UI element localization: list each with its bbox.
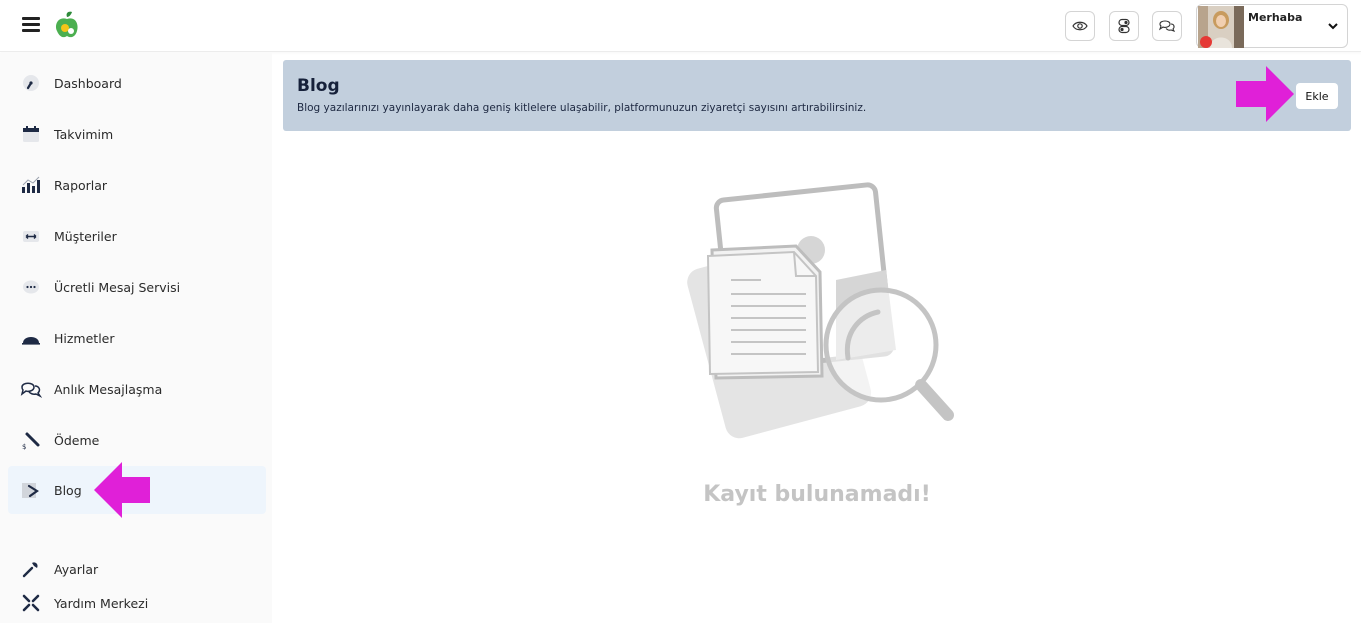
- hamburger-icon[interactable]: [22, 17, 40, 32]
- apple-logo-icon[interactable]: [54, 11, 80, 39]
- preview-button[interactable]: [1065, 11, 1095, 41]
- chat-icon: [1158, 20, 1176, 32]
- bar-chart-icon: [20, 174, 42, 196]
- svg-text:$: $: [22, 443, 26, 450]
- sidebar-item-dashboard[interactable]: Dashboard: [8, 59, 266, 107]
- message-dots-icon: [20, 276, 42, 298]
- sidebar-item-raporlar[interactable]: Raporlar: [8, 161, 266, 209]
- toggle-button[interactable]: [1109, 11, 1139, 41]
- pencil-icon: [20, 479, 42, 501]
- sidebar-item-label: Hizmetler: [54, 330, 115, 346]
- empty-state-illustration: [676, 180, 966, 450]
- sidebar-item-anlik-mesajlasma[interactable]: Anlık Mesajlaşma: [8, 365, 266, 413]
- sidebar-item-hizmetler[interactable]: Hizmetler: [8, 314, 266, 362]
- empty-state-message: Kayıt bulunamadı!: [703, 482, 931, 507]
- sidebar-item-label: Blog: [54, 482, 82, 498]
- arrow-right-icon: [1236, 66, 1294, 122]
- user-greeting: Merhaba: [1248, 11, 1303, 24]
- user-avatar: [1198, 6, 1244, 48]
- sidebar-item-yardim-merkezi[interactable]: Yardım Merkezi: [8, 588, 266, 618]
- page-description: Blog yazılarınızı yayınlayarak daha geni…: [297, 102, 867, 114]
- sidebar-item-label: Takvimim: [54, 126, 114, 142]
- customers-icon: [20, 225, 42, 247]
- page-header-banner: Blog Blog yazılarınızı yayınlayarak daha…: [283, 60, 1351, 131]
- user-menu[interactable]: Merhaba: [1196, 4, 1348, 48]
- sidebar-item-label: Müşteriler: [54, 228, 117, 244]
- sidebar-item-odeme[interactable]: $ Ödeme: [8, 416, 266, 464]
- sidebar-item-label: Raporlar: [54, 177, 108, 193]
- sidebar-item-takvimim[interactable]: Takvimim: [8, 110, 266, 158]
- calendar-icon: [20, 123, 42, 145]
- toggle-icon: [1118, 18, 1130, 34]
- sidebar-item-label: Ücretli Mesaj Servisi: [54, 279, 181, 295]
- top-bar: Merhaba: [0, 0, 1361, 52]
- sidebar: Dashboard Takvimim Raporlar Müşteriler Ü…: [0, 53, 272, 623]
- page-title: Blog: [297, 76, 340, 96]
- sidebar-item-label: Anlık Mesajlaşma: [54, 381, 163, 397]
- sidebar-item-ayarlar[interactable]: Ayarlar: [8, 554, 266, 584]
- sidebar-item-musteriler[interactable]: Müşteriler: [8, 212, 266, 260]
- chevron-down-icon[interactable]: [1328, 22, 1338, 30]
- payment-icon: $: [20, 429, 42, 451]
- help-icon: [20, 592, 42, 614]
- gauge-icon: [20, 72, 42, 94]
- sidebar-item-label: Ödeme: [54, 432, 100, 448]
- chat-button[interactable]: [1152, 11, 1182, 41]
- cloche-icon: [20, 327, 42, 349]
- sidebar-item-label: Ayarlar: [54, 561, 99, 577]
- sidebar-item-ucretli-mesaj-servisi[interactable]: Ücretli Mesaj Servisi: [8, 263, 266, 311]
- eye-icon: [1072, 21, 1088, 31]
- arrow-left-icon: [94, 462, 150, 518]
- chat-icon: [20, 378, 42, 400]
- wrench-icon: [20, 558, 42, 580]
- add-button[interactable]: Ekle: [1296, 83, 1338, 109]
- sidebar-item-label: Dashboard: [54, 75, 122, 91]
- sidebar-item-label: Yardım Merkezi: [54, 595, 149, 611]
